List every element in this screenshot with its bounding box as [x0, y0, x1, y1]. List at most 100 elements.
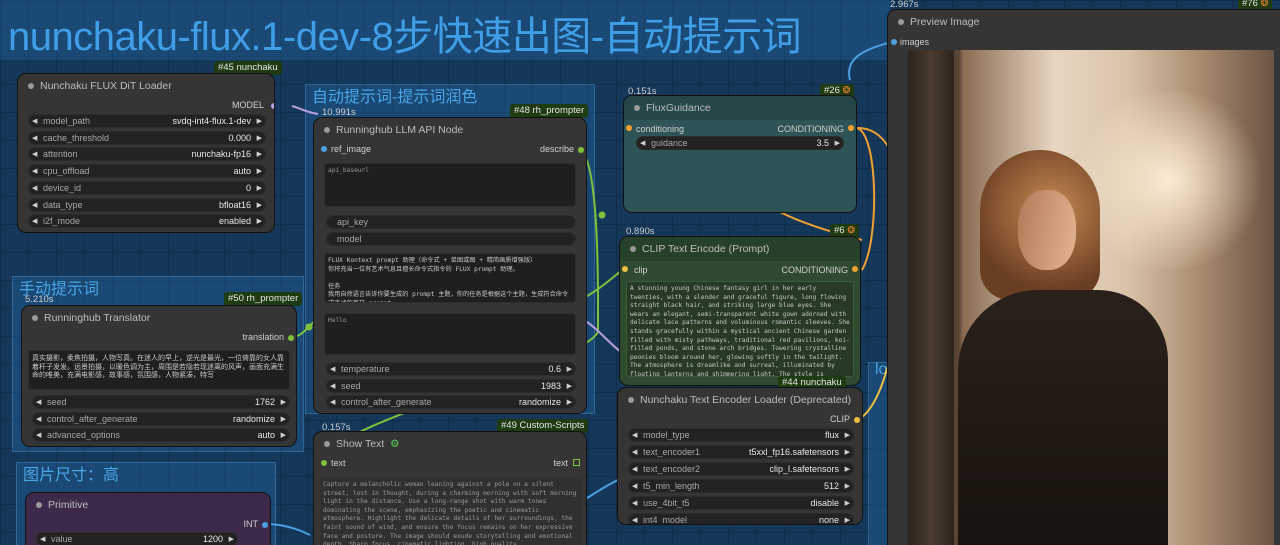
model-label: model [337, 234, 362, 244]
link-images [848, 41, 893, 81]
flux-guidance-title: FluxGuidance [624, 96, 856, 120]
widget-label: int4_model [643, 514, 688, 525]
dit-loader-node[interactable]: Nunchaku FLUX DiT Loader MODEL model_pat… [18, 74, 274, 232]
woman-face [1018, 190, 1076, 270]
user-prompt-field[interactable]: Hello [324, 313, 576, 355]
widget-data-type[interactable]: data_type bfloat16 [28, 197, 266, 212]
widget-text-encoder2[interactable]: text_encoder2 clip_l.safetensors [628, 461, 854, 476]
widget-control-after-generate[interactable]: control_after_generate randomize [32, 411, 290, 426]
api-baseurl-field[interactable]: api_baseurl [324, 163, 576, 207]
widget-cache-threshold[interactable]: cache_threshold 0.000 [28, 130, 266, 145]
show-text-title: Show Text [336, 438, 385, 450]
int-output-dot[interactable] [262, 522, 268, 528]
widget-seed[interactable]: seed 1983 [326, 378, 576, 393]
widget-value: t5xxl_fp16.safetensors [748, 446, 839, 457]
preview-image-node[interactable]: Preview Image images [888, 10, 1280, 545]
widget-label: model_type [643, 430, 690, 440]
widget-value: 1762 [254, 397, 275, 407]
conditioning-input-label: conditioning [636, 124, 685, 134]
llm-node[interactable]: Runninghub LLM API Node ref_image descri… [314, 118, 586, 413]
widget-label: advanced_options [47, 430, 121, 441]
widget-value: 3.5 [816, 138, 829, 148]
fox-icon: ❂ [1260, 0, 1269, 9]
llm-node-badge: #48 rh_prompter [510, 104, 589, 118]
woman-body [958, 290, 1168, 545]
widget-control-after-generate[interactable]: control_after_generate randomize [326, 395, 576, 410]
widget-attention[interactable]: attention nunchaku-fp16 [28, 147, 266, 162]
widget-seed[interactable]: seed 1762 [32, 395, 290, 409]
ref-image-input-dot[interactable] [321, 146, 327, 152]
widget-advanced-options[interactable]: advanced_options auto [32, 428, 290, 443]
flux-guidance-node[interactable]: FluxGuidance conditioning CONDITIONING g… [624, 96, 856, 212]
text-output-label: text [553, 458, 568, 468]
widget-label: seed [47, 397, 67, 407]
text-encoder-node[interactable]: Nunchaku Text Encoder Loader (Deprecated… [618, 388, 862, 524]
clip-prompt-field[interactable]: A stunning young Chinese fantasy girl in… [626, 281, 854, 377]
translator-node[interactable]: Runninghub Translator translation 真实摄影，柔… [22, 306, 296, 446]
system-prompt-field[interactable]: FLUX Kontext prompt 助理（命令式 + 单图或图 + 精简画质… [324, 253, 576, 303]
link-show-to-clip [579, 267, 626, 301]
clip-encode-title: CLIP Text Encode (Prompt) [620, 237, 860, 261]
widget-cpu-offload[interactable]: cpu_offload auto [28, 164, 266, 179]
widget-value: enabled [218, 216, 251, 227]
widget-label: value [51, 534, 73, 544]
describe-output-dot[interactable] [578, 147, 584, 153]
translator-badge: #50 rh_prompter [224, 292, 303, 306]
api-key-label: api_key [337, 217, 369, 227]
widget-i2f-mode[interactable]: i2f_mode enabled [28, 214, 266, 229]
widget-text-encoder1[interactable]: text_encoder1 t5xxl_fp16.safetensors [628, 444, 854, 459]
widget-use-4bit-t5[interactable]: use_4bit_t5 disable [628, 495, 854, 510]
widget-temperature[interactable]: temperature 0.6 [326, 362, 576, 376]
widget-int4-model[interactable]: int4_model none [628, 512, 854, 525]
widget-label: data_type [43, 199, 83, 210]
clip-output-label: CLIP [829, 414, 850, 424]
widget-value: 0.000 [228, 132, 251, 143]
model-field[interactable]: model [326, 232, 576, 246]
dit-loader-badge: #45 nunchaku [214, 61, 282, 75]
widget-t5-min-length[interactable]: t5_min_length 512 [628, 478, 854, 493]
llm-node-time: 10.991s [322, 107, 356, 118]
images-input-label: images [900, 37, 930, 47]
reroute-2 [305, 323, 313, 331]
widget-device-id[interactable]: device_id 0 [28, 180, 266, 195]
grid-output-icon[interactable] [573, 459, 580, 466]
link-int [264, 523, 311, 536]
api-key-field[interactable]: api_key [326, 215, 576, 229]
widget-value[interactable]: value 1200 [36, 532, 238, 545]
translation-output-dot[interactable] [288, 335, 294, 341]
clip-input-label: clip [634, 265, 648, 275]
widget-label: guidance [651, 138, 688, 148]
widget-label: attention [43, 149, 78, 160]
translator-title: Runninghub Translator [22, 306, 296, 330]
show-text-node[interactable]: Show Text ⚙ text text Capture a melancho… [314, 432, 586, 545]
widget-value: auto [257, 430, 275, 441]
clip-output-dot[interactable] [854, 417, 860, 423]
conditioning-output-dot[interactable] [848, 125, 854, 131]
widget-label: device_id [43, 182, 82, 193]
conditioning-input-dot[interactable] [626, 125, 632, 131]
widget-label: seed [341, 380, 361, 391]
translator-text-field[interactable]: 真实摄影，柔焦拍摄，人物写真。在迷人的早上，逆光是最光，一位倚靠的女人靠着杆子发… [28, 350, 290, 390]
clip-input-dot[interactable] [622, 266, 628, 272]
widget-model-path[interactable]: model_path svdq-int4-flux.1-dev [28, 114, 266, 128]
widget-value: nunchaku-fp16 [191, 149, 251, 160]
widget-value: auto [233, 166, 251, 177]
clip-encode-badge: #6 ❂ [830, 224, 860, 238]
widget-value: svdq-int4-flux.1-dev [172, 116, 251, 126]
widget-value: randomize [518, 397, 561, 408]
text-input-dot[interactable] [321, 460, 327, 466]
widget-guidance[interactable]: guidance 3.5 [636, 136, 844, 150]
clip-conditioning-output-label: CONDITIONING [781, 265, 849, 275]
widget-model-type[interactable]: model_type flux [628, 428, 854, 442]
conditioning-output-label: CONDITIONING [777, 124, 845, 134]
model-output-dot[interactable] [271, 103, 274, 109]
images-input-dot[interactable] [891, 39, 897, 45]
link-model [291, 105, 319, 115]
widget-value: disable [810, 497, 839, 508]
python-icon: ⚙ [390, 438, 400, 450]
clip-encode-node[interactable]: CLIP Text Encode (Prompt) clip CONDITION… [620, 237, 860, 385]
clip-conditioning-output-dot[interactable] [852, 266, 858, 272]
translator-time: 5.210s [25, 294, 54, 305]
dit-loader-output-label: MODEL [231, 100, 264, 110]
primitive-node[interactable]: Primitive INT value 1200 [26, 493, 270, 545]
